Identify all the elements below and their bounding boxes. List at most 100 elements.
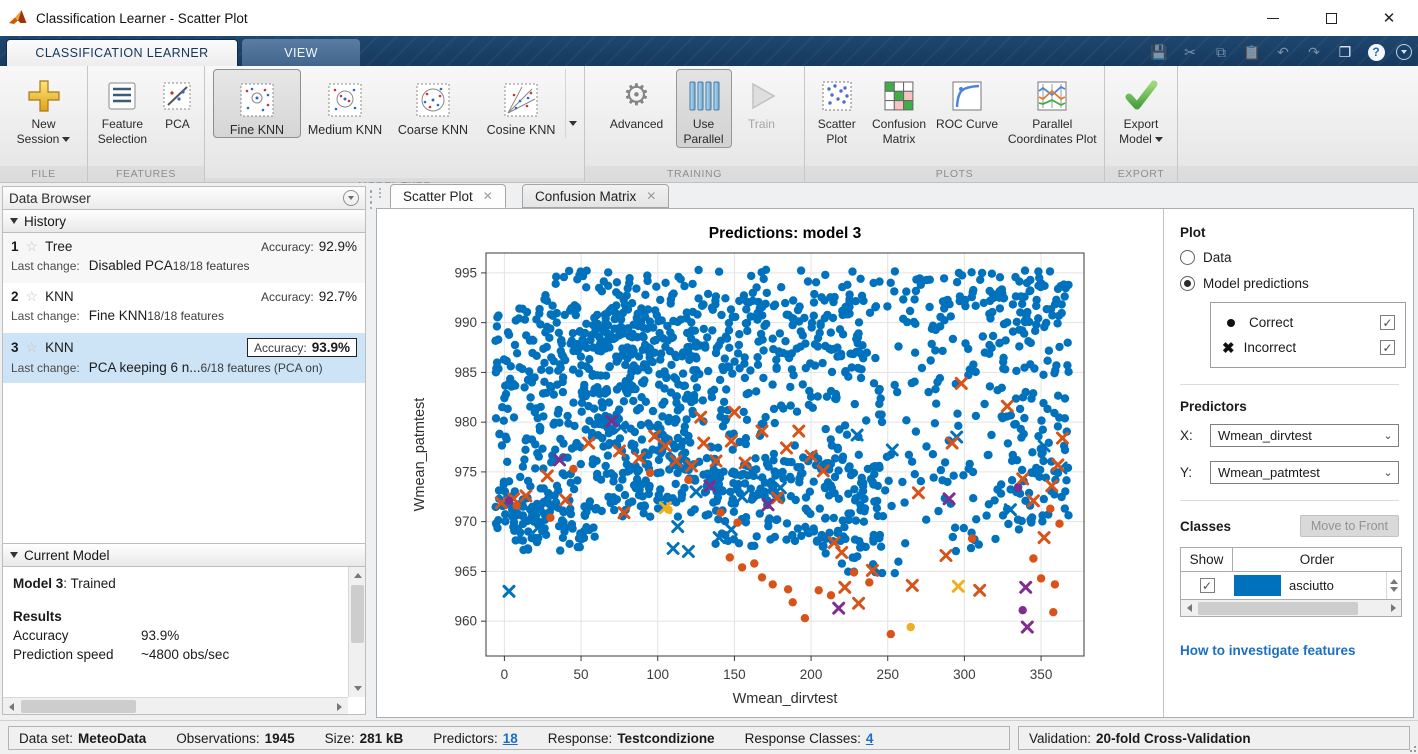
close-button[interactable]: ✕ xyxy=(1360,0,1418,36)
document-tab-bar: Scatter Plot ✕ Confusion Matrix ✕ xyxy=(376,183,1414,208)
window-layout-icon[interactable]: ❐ xyxy=(1334,41,1356,63)
model-index: 1 xyxy=(11,239,19,254)
result-value: 93.9% xyxy=(141,628,179,643)
maximize-button[interactable] xyxy=(1302,0,1360,36)
minimize-icon xyxy=(1267,18,1279,19)
order-spinner[interactable] xyxy=(1386,572,1401,599)
data-browser-header: Data Browser xyxy=(2,186,366,210)
pca-button[interactable]: PCA xyxy=(155,69,200,133)
feature-selection-button[interactable]: Feature Selection xyxy=(92,69,153,148)
scrollbar-thumb[interactable] xyxy=(1198,602,1358,615)
copy-icon[interactable]: ⧉ xyxy=(1210,41,1232,63)
close-tab-icon[interactable]: ✕ xyxy=(483,189,493,203)
panel-menu-icon[interactable] xyxy=(343,190,359,206)
model-cosine-knn-button[interactable]: Cosine KNN xyxy=(477,69,565,138)
dataset-status-box: Data set:MeteoData Observations:1945 Siz… xyxy=(8,726,1010,750)
tab-confusion-matrix[interactable]: Confusion Matrix ✕ xyxy=(522,184,669,208)
new-session-button[interactable]: New Session xyxy=(7,69,81,148)
scroll-left-button[interactable] xyxy=(1181,600,1197,616)
last-change-label: Last change: xyxy=(11,259,80,273)
x-predictor-select[interactable]: Wmean_dirvtest ⌄ xyxy=(1210,424,1399,447)
ribbon-section-label: FEATURES xyxy=(88,166,204,183)
paste-icon[interactable]: 📋 xyxy=(1241,41,1263,63)
button-label: Scatter xyxy=(818,117,856,131)
undo-icon[interactable]: ↶ xyxy=(1272,41,1294,63)
classes-heading: Classes xyxy=(1180,519,1231,534)
history-section-header[interactable]: History xyxy=(2,210,366,233)
quick-access-toolbar: 💾 ✂ ⧉ 📋 ↶ ↷ ❐ ? xyxy=(1148,39,1412,65)
scroll-down-button[interactable] xyxy=(349,680,366,697)
ribbon-group-plots: Scatter Plot Confusion Matrix ROC Curve xyxy=(805,66,1105,183)
legend-row-correct: Correct ✓ xyxy=(1221,310,1395,335)
history-item-2[interactable]: 2 ☆ KNN Accuracy: 92.7% Last change: Fin… xyxy=(3,283,365,333)
save-icon[interactable]: 💾 xyxy=(1148,41,1170,63)
predictors-link[interactable]: 18 xyxy=(503,731,518,746)
resize-grip-icon[interactable] xyxy=(1406,742,1416,752)
redo-icon[interactable]: ↷ xyxy=(1303,41,1325,63)
show-class-checkbox[interactable]: ✓ xyxy=(1200,578,1215,593)
close-icon: ✕ xyxy=(1383,11,1396,26)
export-model-button[interactable]: Export Model xyxy=(1110,69,1172,148)
tab-view[interactable]: VIEW xyxy=(242,39,360,66)
scatter-plot-figure[interactable]: 0501001502002503003509609659709759809859… xyxy=(377,209,1163,717)
star-icon[interactable]: ☆ xyxy=(26,339,39,356)
y-predictor-select[interactable]: Wmean_patmtest ⌄ xyxy=(1210,461,1399,484)
model-coarse-knn-button[interactable]: Coarse KNN xyxy=(389,69,477,138)
horizontal-scrollbar[interactable] xyxy=(3,697,348,714)
ribbon-group-export: Export Model EXPORT xyxy=(1105,66,1178,183)
tab-scatter-plot[interactable]: Scatter Plot ✕ xyxy=(390,184,506,208)
gallery-dropdown-button[interactable] xyxy=(566,69,580,178)
cut-icon[interactable]: ✂ xyxy=(1179,41,1201,63)
radio-data[interactable]: Data xyxy=(1180,250,1399,265)
features-count: 6/18 features (PCA on) xyxy=(201,361,323,375)
svg-text:980: 980 xyxy=(454,415,477,430)
ribbon-group-features: Feature Selection PCA FEATURES xyxy=(88,66,205,183)
model-medium-knn-button[interactable]: Medium KNN xyxy=(301,69,389,138)
star-icon[interactable]: ☆ xyxy=(26,288,39,305)
response-classes-link[interactable]: 4 xyxy=(866,731,874,746)
scroll-left-button[interactable] xyxy=(3,698,20,715)
confusion-matrix-button[interactable]: Confusion Matrix xyxy=(868,69,929,148)
class-row-asciutto[interactable]: ✓ asciutto xyxy=(1181,572,1401,599)
button-label: Train xyxy=(748,117,775,132)
vertical-scrollbar[interactable] xyxy=(348,567,365,697)
svg-text:100: 100 xyxy=(646,667,669,682)
collapse-triangle-icon xyxy=(10,552,18,558)
advanced-button[interactable]: ⚙ Advanced xyxy=(604,69,670,133)
current-model-section-header[interactable]: Current Model xyxy=(2,544,366,567)
button-label: Coordinates Plot xyxy=(1008,132,1097,146)
radio-model-predictions[interactable]: Model predictions xyxy=(1180,276,1399,291)
close-tab-icon[interactable]: ✕ xyxy=(646,189,656,203)
current-model-content: Model 3: Trained Results Accuracy93.9% P… xyxy=(3,567,348,697)
scrollbar-thumb[interactable] xyxy=(21,700,136,713)
ribbon-section-label: FILE xyxy=(0,166,87,183)
scatter-plot-button[interactable]: Scatter Plot xyxy=(809,69,864,148)
toolbar-dropdown-icon[interactable] xyxy=(1396,44,1412,60)
scroll-up-button[interactable] xyxy=(349,567,366,584)
accuracy-label: Accuracy: xyxy=(261,240,314,254)
model-fine-knn-button[interactable]: Fine KNN xyxy=(213,69,301,138)
help-icon[interactable]: ? xyxy=(1365,41,1387,63)
history-item-1[interactable]: 1 ☆ Tree Accuracy: 92.9% Last change: Di… xyxy=(3,233,365,283)
how-to-investigate-link[interactable]: How to investigate features xyxy=(1180,643,1399,658)
star-icon[interactable]: ☆ xyxy=(26,238,39,255)
incorrect-checkbox[interactable]: ✓ xyxy=(1380,340,1395,355)
scroll-right-button[interactable] xyxy=(1385,600,1401,616)
correct-checkbox[interactable]: ✓ xyxy=(1380,315,1395,330)
minimize-button[interactable] xyxy=(1244,0,1302,36)
panel-splitter[interactable] xyxy=(367,186,375,718)
incorrect-marker-icon: ✖ xyxy=(1222,339,1235,357)
use-parallel-button[interactable]: Use Parallel xyxy=(676,69,732,148)
classes-horizontal-scrollbar[interactable] xyxy=(1181,599,1401,616)
data-browser-panel: Data Browser History 1 ☆ Tree Accuracy: … xyxy=(2,186,366,718)
tab-classification-learner[interactable]: CLASSIFICATION LEARNER xyxy=(6,39,238,66)
history-item-3-selected[interactable]: 3 ☆ KNN Accuracy: 93.9% Last change: PCA… xyxy=(3,333,365,383)
parallel-coordinates-button[interactable]: Parallel Coordinates Plot xyxy=(1004,69,1100,148)
roc-curve-button[interactable]: ROC Curve xyxy=(934,69,1001,133)
scroll-right-button[interactable] xyxy=(331,698,348,715)
scrollbar-thumb[interactable] xyxy=(351,585,364,643)
results-heading: Results xyxy=(13,609,338,624)
prediction-legend-box: Correct ✓ ✖ Incorrect ✓ xyxy=(1210,302,1406,368)
tab-bar-grip[interactable] xyxy=(376,186,383,206)
radio-unselected-icon xyxy=(1180,250,1195,265)
